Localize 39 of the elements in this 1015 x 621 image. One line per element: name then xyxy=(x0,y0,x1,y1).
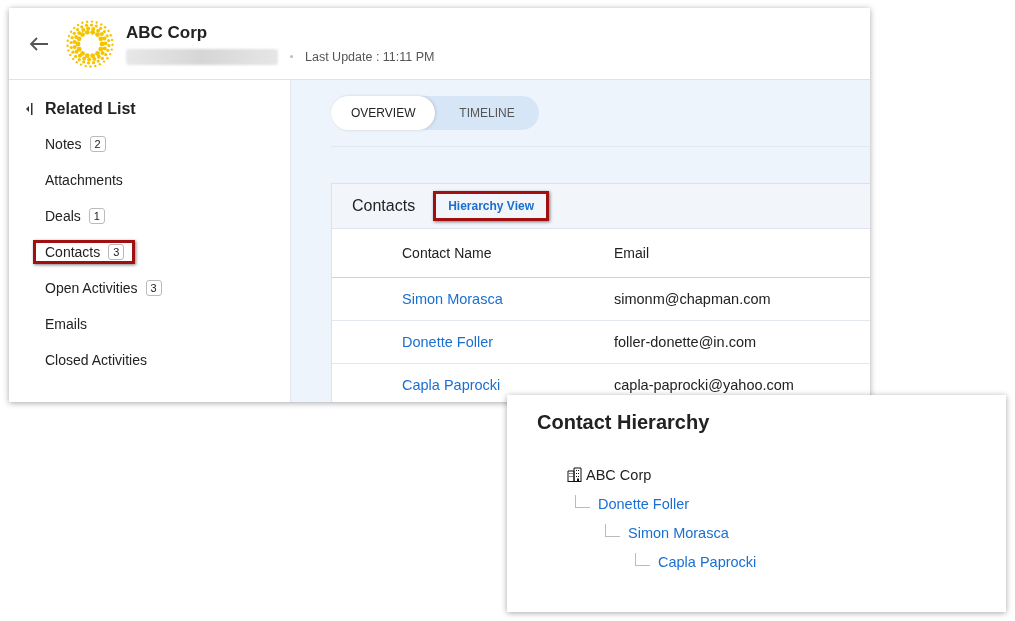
hierarchy-view-link[interactable]: Hierarchy View xyxy=(433,191,549,221)
back-arrow-icon[interactable] xyxy=(29,36,49,51)
email-cell-text: simonm@chapman.com xyxy=(614,291,772,307)
section-title: Contacts xyxy=(352,197,416,215)
building-icon xyxy=(567,467,582,482)
company-name: ABC Corp xyxy=(586,466,652,485)
record-title: ABC Corp xyxy=(126,22,209,43)
column-header: Email xyxy=(614,245,650,261)
related-list-item[interactable]: Attachments xyxy=(33,168,134,192)
related-list-item[interactable]: Open Activities 3 xyxy=(33,276,173,300)
related-list-item[interactable]: Closed Activities xyxy=(33,348,158,372)
related-list-item[interactable]: Emails xyxy=(33,312,98,336)
sidebar-title: Related List xyxy=(45,100,136,118)
last-update-text: Last Update : 11:11 PM xyxy=(305,49,435,64)
separator-dot xyxy=(290,55,293,58)
panel-title: Contact Hierarchy xyxy=(537,411,711,434)
tab[interactable]: OVERVIEW xyxy=(331,96,435,130)
contact-name-link[interactable]: Donette Foller xyxy=(402,334,614,350)
contact-name-link[interactable]: Simon Morasca xyxy=(402,291,614,307)
count-badge: 1 xyxy=(88,208,105,224)
count-badge: 3 xyxy=(145,280,162,296)
column-header: Contact Name xyxy=(402,245,493,261)
tree-connector xyxy=(575,495,590,508)
contact-link[interactable]: Capla Paprocki xyxy=(658,552,757,572)
related-list-item[interactable]: Notes 2 xyxy=(33,132,117,156)
related-list-item[interactable]: Deals 1 xyxy=(33,204,116,228)
count-badge: 3 xyxy=(108,244,125,260)
contact-link[interactable]: Simon Morasca xyxy=(628,523,729,543)
sunburst-logo-icon xyxy=(66,19,114,68)
email-cell-text: capla-paprocki@yahoo.com xyxy=(614,377,795,393)
tree-connector xyxy=(635,553,650,566)
tab[interactable]: TIMELINE xyxy=(435,96,539,130)
count-badge: 2 xyxy=(89,136,106,152)
contact-link[interactable]: Donette Foller xyxy=(598,494,690,514)
related-list-item[interactable]: Contacts 3 xyxy=(33,240,136,264)
contact-name-link[interactable]: Capla Paprocki xyxy=(402,377,614,393)
collapse-icon[interactable] xyxy=(25,102,33,116)
email-cell-text: foller-donette@in.com xyxy=(614,334,758,350)
tree-connector xyxy=(605,524,620,537)
